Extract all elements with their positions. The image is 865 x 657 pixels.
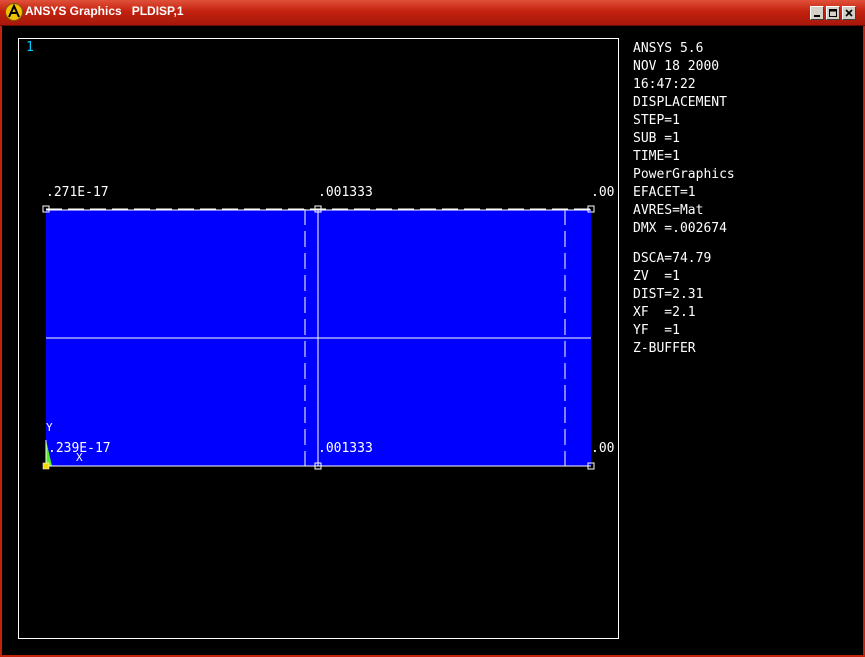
info-yf: YF =1: [633, 323, 680, 338]
info-zv: ZV =1: [633, 269, 680, 284]
top-right-value: .00: [591, 185, 615, 200]
info-date: NOV 18 2000: [633, 59, 720, 74]
info-zbuffer: Z-BUFFER: [633, 341, 696, 356]
info-dist: DIST=2.31: [633, 287, 704, 302]
info-dmx: DMX =.002674: [633, 221, 727, 236]
bottom-right-value: .00: [591, 441, 615, 456]
info-version: ANSYS 5.6: [633, 41, 704, 56]
info-time-value: TIME=1: [633, 149, 680, 164]
info-step: STEP=1: [633, 113, 680, 128]
displacement-plot[interactable]: [0, 0, 865, 657]
info-plot-type: DISPLACEMENT: [633, 95, 727, 110]
info-efacet: EFACET=1: [633, 185, 696, 200]
info-graphics: PowerGraphics: [633, 167, 735, 182]
axis-x-label: X: [76, 451, 83, 464]
axis-y-label: Y: [46, 421, 53, 434]
info-avres: AVRES=Mat: [633, 203, 704, 218]
top-middle-value: .001333: [318, 185, 373, 200]
info-dsca: DSCA=74.79: [633, 251, 712, 266]
info-time: 16:47:22: [633, 77, 696, 92]
info-xf: XF =2.1: [633, 305, 696, 320]
top-left-value: .271E-17: [46, 185, 109, 200]
plot-info-panel: ANSYS 5.6 NOV 18 2000 16:47:22 DISPLACEM…: [633, 40, 735, 358]
info-sub: SUB =1: [633, 131, 680, 146]
bottom-middle-value: .001333: [318, 441, 373, 456]
